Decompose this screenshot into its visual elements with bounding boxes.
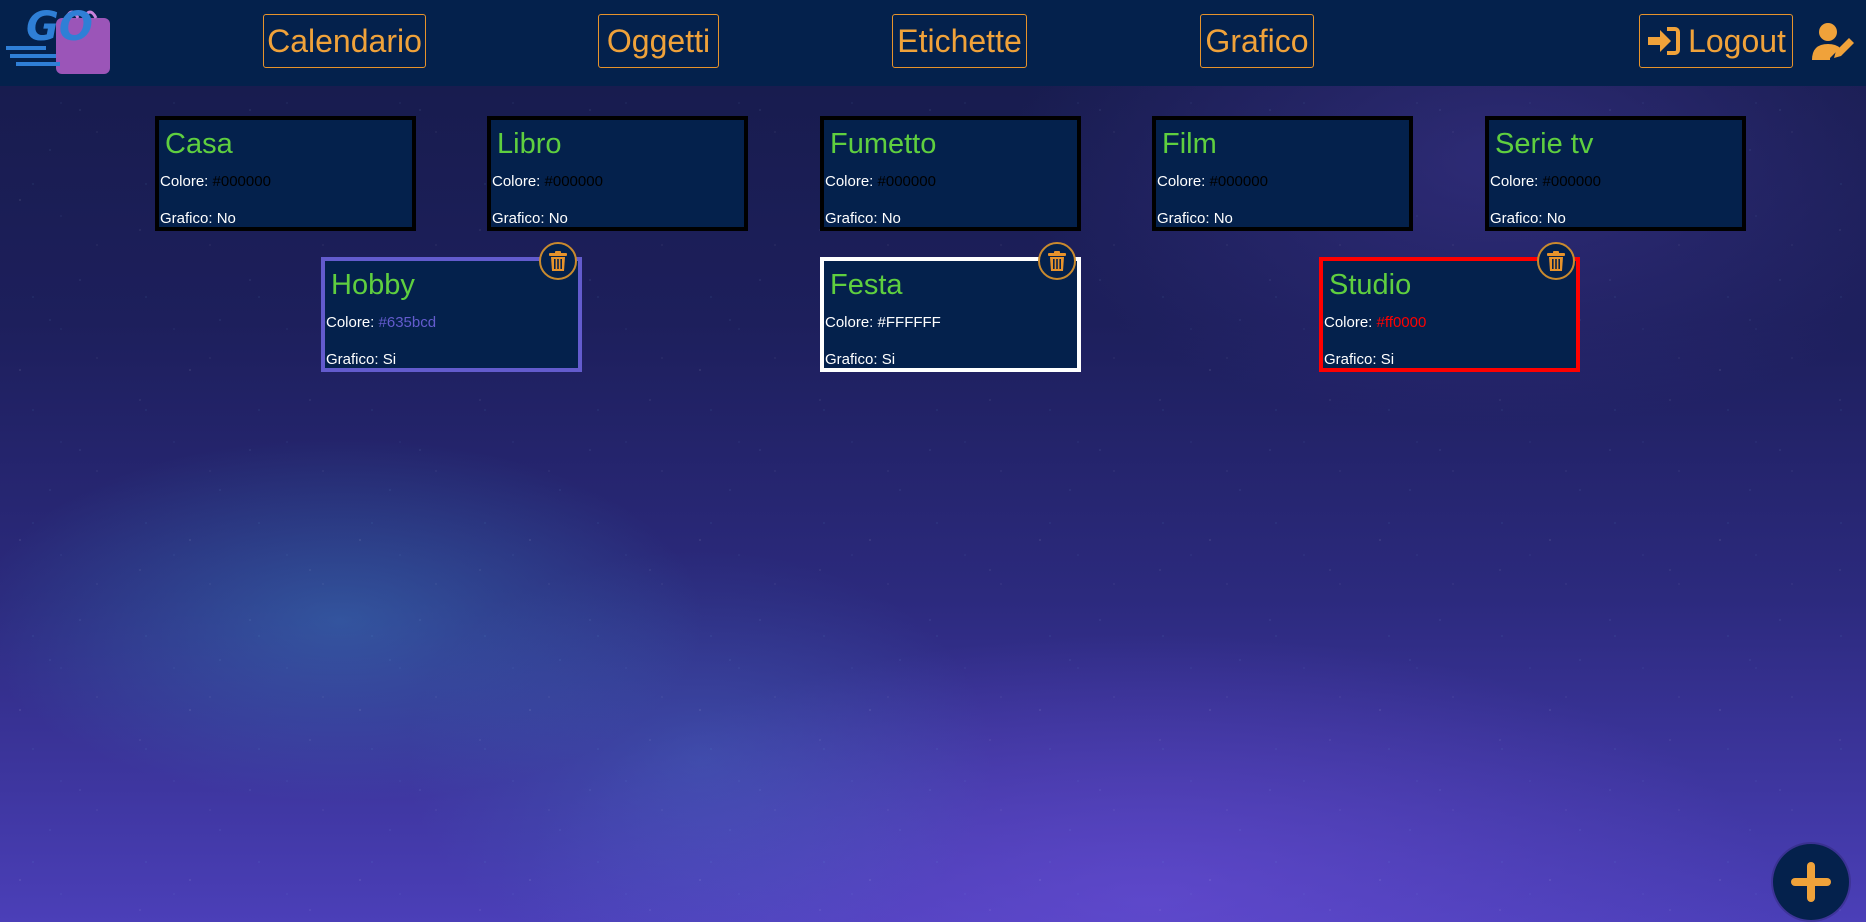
top-navbar: GO Calendario Oggetti Etichette Grafico … [0, 0, 1866, 86]
svg-text:GO: GO [26, 4, 93, 50]
label-chart: Grafico: No [160, 210, 236, 227]
label-title: Studio [1329, 269, 1412, 301]
label-color: Colore: #635bcd [326, 314, 437, 331]
logout-button[interactable]: Logout [1639, 14, 1793, 68]
label-title: Libro [497, 128, 562, 160]
label-color-value: #000000 [1542, 173, 1601, 190]
label-chart: Grafico: No [1157, 210, 1233, 227]
label-color-value: #000000 [877, 173, 936, 190]
nav-grafico-button[interactable]: Grafico [1200, 14, 1314, 68]
label-card-fumetto[interactable]: Fumetto Colore: #000000 Grafico: No [820, 116, 1081, 231]
label-color-value: #ff0000 [1376, 314, 1427, 331]
trash-icon [1547, 251, 1565, 271]
label-color: Colore: #000000 [825, 173, 936, 190]
nav-etichette-button[interactable]: Etichette [892, 14, 1027, 68]
label-color: Colore: #FFFFFF [825, 314, 941, 331]
label-chart: Grafico: Si [825, 351, 896, 368]
label-title: Festa [830, 269, 903, 301]
trash-icon [549, 251, 567, 271]
label-color-value: #000000 [1209, 173, 1268, 190]
logout-label: Logout [1688, 22, 1786, 59]
label-chart: Grafico: No [492, 210, 568, 227]
user-edit-icon [1812, 23, 1854, 60]
nav-calendario-button[interactable]: Calendario [263, 14, 426, 68]
label-card-serie-tv[interactable]: Serie tv Colore: #000000 Grafico: No [1485, 116, 1746, 231]
label-card-film[interactable]: Film Colore: #000000 Grafico: No [1152, 116, 1413, 231]
label-color-value: #000000 [544, 173, 603, 190]
label-color: Colore: #000000 [1157, 173, 1268, 190]
label-title: Serie tv [1495, 128, 1594, 160]
label-title: Hobby [331, 269, 415, 301]
label-chart: Grafico: Si [1324, 351, 1395, 368]
go-logo-icon: GO [6, 4, 110, 74]
label-color: Colore: #000000 [160, 173, 271, 190]
label-card-studio[interactable]: Studio Colore: #ff0000 Grafico: Si [1319, 257, 1580, 372]
plus-icon [1791, 862, 1831, 902]
label-chart: Grafico: No [825, 210, 901, 227]
nav-oggetti-button[interactable]: Oggetti [598, 14, 719, 68]
sign-in-icon [1648, 27, 1681, 55]
label-card-casa[interactable]: Casa Colore: #000000 Grafico: No [155, 116, 416, 231]
label-card-libro[interactable]: Libro Colore: #000000 Grafico: No [487, 116, 748, 231]
label-chart: Grafico: No [1490, 210, 1566, 227]
delete-hobby-button[interactable] [539, 242, 577, 280]
label-color-value: #FFFFFF [877, 314, 941, 331]
label-color-value: #635bcd [378, 314, 437, 331]
label-color: Colore: #000000 [492, 173, 603, 190]
app-logo[interactable]: GO [4, 4, 124, 78]
label-color: Colore: #000000 [1490, 173, 1601, 190]
label-title: Casa [165, 128, 233, 160]
delete-festa-button[interactable] [1038, 242, 1076, 280]
add-label-button[interactable] [1773, 844, 1849, 920]
label-color: Colore: #ff0000 [1324, 314, 1427, 331]
label-color-value: #000000 [212, 173, 271, 190]
label-chart: Grafico: Si [326, 351, 397, 368]
trash-icon [1048, 251, 1066, 271]
label-card-festa[interactable]: Festa Colore: #FFFFFF Grafico: Si [820, 257, 1081, 372]
label-card-hobby[interactable]: Hobby Colore: #635bcd Grafico: Si [321, 257, 582, 372]
label-title: Fumetto [830, 128, 937, 160]
label-title: Film [1162, 128, 1217, 160]
user-edit-button[interactable] [1812, 22, 1856, 62]
delete-studio-button[interactable] [1537, 242, 1575, 280]
